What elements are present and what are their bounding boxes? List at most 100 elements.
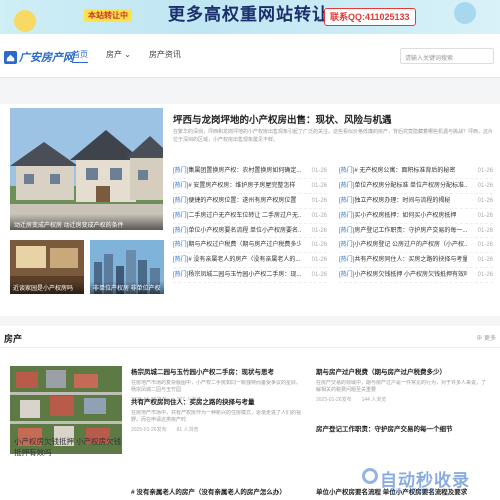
top-ad-banner[interactable]: 本站转让中 更多高权重网站转让 联系QQ:411025133 bbox=[0, 0, 500, 34]
news-item[interactable]: [热门]二手房过户无产权车位转让 二手房过户无... 01-26 bbox=[173, 209, 327, 224]
news-title-text: 房产登记工作职责：守护房产交易的每一... bbox=[354, 227, 467, 234]
card-summary: 在房地产市场的复杂版图中，小产权二手房如同一颗独特而备受争议的星辰。杨宗凤城二园… bbox=[131, 380, 301, 393]
section-title: 房产 bbox=[4, 334, 23, 344]
news-item-title: [热门]期与产权过户税费（期与房产过户税费多少） bbox=[173, 238, 301, 252]
hot-tag: [热门] bbox=[339, 257, 355, 264]
hot-tag: [热门] bbox=[173, 227, 189, 234]
news-item-title: [热门]集属团置换房产权：农村置换房如何确定... bbox=[173, 164, 301, 178]
more-label: 更多 bbox=[483, 336, 496, 342]
house-photo bbox=[10, 108, 163, 230]
banner-contact[interactable]: 联系QQ:411025133 bbox=[324, 8, 416, 26]
news-item-title: [热门]二手房过户无产权车位转让 二手房过户无... bbox=[173, 209, 301, 223]
top-article-summary: 在繁华的深圳，坪西和龙岗坪地的小产权房出售现象引起了广泛的关注。这些看似价格低廉… bbox=[173, 129, 494, 143]
thumb-card[interactable]: 非单位产权房 非单位产权 bbox=[90, 240, 164, 294]
news-item-title: [热门]单位小产权房要名流程 单位小产权房要名... bbox=[173, 224, 301, 238]
watermark-sub: — 来访 → 自动收录 — bbox=[382, 489, 443, 495]
hot-tag: [热门] bbox=[173, 212, 189, 219]
news-item-title: [热门]小产权房欠钱抵押 小产权房欠钱抵押有效吗 bbox=[339, 268, 467, 282]
news-date: 01-26 bbox=[477, 272, 493, 279]
news-item[interactable]: [热门]共有产权房同住人：买房之路的抉择与考量 01-26 bbox=[339, 253, 493, 269]
news-date: 01-26 bbox=[477, 168, 493, 174]
hot-tag: [热门] bbox=[173, 257, 189, 264]
news-title-text: # 无产权房公寓：面积标准背后的秘密 bbox=[354, 168, 456, 174]
news-date: 01-26 bbox=[311, 272, 327, 279]
thumb-caption: 非单位产权房 非单位产权 bbox=[90, 281, 164, 294]
site-header: 广安房产网 首页 房产 ⌄ 房产资讯 请输入关键词搜索 bbox=[0, 34, 500, 78]
news-item[interactable]: [热门]杨宗凤城二园与玉竹园小产权二手房：现... 01-26 bbox=[173, 268, 327, 284]
hero-caption: 动迁房变成产权房 动迁房变成产权的条件 bbox=[10, 214, 163, 230]
hero-image[interactable]: 动迁房变成产权房 动迁房变成产权的条件 bbox=[10, 108, 163, 230]
card-meta: 2025-01-26发布 144 人浏览 bbox=[316, 397, 387, 403]
hot-tag: [热门] bbox=[173, 182, 189, 189]
news-item[interactable]: [热门]# 没有亲属老人的房产（没有亲属老人的... 01-26 bbox=[173, 253, 327, 269]
top-article-title[interactable]: 坪西与龙岗坪地的小产权房出售：现状、风险与机遇 bbox=[173, 112, 392, 126]
banner-tag: 本站转让中 bbox=[84, 9, 132, 22]
hot-tag: [热门] bbox=[339, 168, 355, 174]
news-date: 01-26 bbox=[311, 168, 327, 174]
news-date: 01-26 bbox=[311, 182, 327, 189]
news-title-text: 共有产权房同住人：买房之路的抉择与考量 bbox=[354, 257, 467, 264]
banner-headline: 更多高权重网站转让 bbox=[168, 5, 330, 24]
news-date: 01-26 bbox=[477, 197, 493, 204]
news-item-title: [热门]小产权房登记 公房过户的产权房（小产权... bbox=[339, 238, 467, 252]
news-item-title: [热门]房产登记工作职责：守护房产交易的每一... bbox=[339, 224, 467, 238]
news-date: 01-26 bbox=[311, 197, 327, 204]
news-date: 01-26 bbox=[477, 182, 493, 189]
news-list-left: [热门]集属团置换房产权：农村置换房如何确定... 01-26 [热门]# 安置房产… bbox=[173, 164, 327, 284]
news-item[interactable]: [热门]买小产权房抵押：如何买小产权房抵押 01-26 bbox=[339, 209, 493, 224]
news-title-text: 小产权房欠钱抵押 小产权房欠钱抵押有效吗 bbox=[354, 272, 467, 279]
circle-logo-icon bbox=[362, 468, 378, 484]
news-item-title: [热门]独立产权房办理：时间与流程的揭秘 bbox=[339, 194, 467, 208]
news-date: 01-26 bbox=[311, 227, 327, 234]
thumb-card[interactable]: 近谈家园是小产权房吗 bbox=[10, 240, 84, 294]
nav-home[interactable]: 首页 bbox=[72, 49, 88, 63]
news-date: 01-26 bbox=[477, 242, 493, 249]
news-date: 01-26 bbox=[311, 242, 327, 249]
news-list-right: [热门]# 无产权房公寓：面积标准背后的秘密 01-26 [热门]单位产权房分配标准… bbox=[339, 164, 493, 284]
card-title: 杨宗凤城二园与玉竹园小产权二手房：现状与思考 bbox=[131, 369, 274, 376]
news-item[interactable]: [热门]# 无产权房公寓：面积标准背后的秘密 01-26 bbox=[339, 164, 493, 179]
news-date: 01-26 bbox=[311, 257, 327, 264]
article-card[interactable]: # 没有亲属老人的房产（没有亲属老人的房产怎么办） bbox=[131, 486, 301, 498]
news-item[interactable]: [热门]# 安置房产权房：维护房子房屋完整怎样 01-26 bbox=[173, 179, 327, 194]
news-item-title: [热门]杨宗凤城二园与玉竹园小产权二手房：现... bbox=[173, 268, 301, 282]
main-nav: 首页 房产 ⌄ 房产资讯 bbox=[72, 49, 199, 63]
article-card[interactable]: 共有产权房同住人：买房之路的抉择与考量 在房地产市场中，共有产权房作为一种新兴的住… bbox=[131, 396, 301, 433]
news-item-title: [热门]单位产权房分配标准 单位产权房分配标准... bbox=[339, 179, 467, 193]
hot-tag: [热门] bbox=[339, 242, 355, 249]
section-header: 房产 ⊕ 更多 bbox=[0, 326, 500, 348]
article-card[interactable]: 期与房产过户税费（期与房产过户税费多少） 在房产交易的领域中，期与房产过户是一件常… bbox=[316, 366, 486, 403]
news-item[interactable]: [热门]小产权房欠钱抵押 小产权房欠钱抵押有效吗 01-26 bbox=[339, 268, 493, 284]
more-link[interactable]: ⊕ 更多 bbox=[476, 333, 496, 342]
chevron-down-icon: ⌄ bbox=[124, 50, 131, 59]
news-item[interactable]: [热门]单位产权房分配标准 单位产权房分配标准... 01-26 bbox=[339, 179, 493, 194]
hot-tag: [热门] bbox=[173, 242, 189, 249]
news-item-title: [热门]# 没有亲属老人的房产（没有亲属老人的... bbox=[173, 253, 301, 267]
aerial-caption[interactable]: 小产权房欠钱抵押 小产权房欠钱抵押有效吗 bbox=[14, 436, 124, 458]
news-title-text: 期与产权过户税费（期与房产过户税费多少） bbox=[188, 242, 301, 249]
card-summary: 在房产交易的领域中，期与房产过户是一件常见的行为，对于许多人来说，了解相关的税费… bbox=[316, 380, 486, 393]
news-item[interactable]: [热门]单位小产权房要名流程 单位小产权房要名... 01-26 bbox=[173, 224, 327, 239]
news-title-text: 单位小产权房要名流程 单位小产权房要名... bbox=[188, 227, 301, 234]
news-item[interactable]: [热门]房产登记工作职责：守护房产交易的每一... 01-26 bbox=[339, 224, 493, 239]
search-input[interactable]: 请输入关键词搜索 bbox=[400, 48, 494, 64]
news-item-title: [热门]便捷的产权房位置：遂州有房产权房位置 bbox=[173, 194, 301, 208]
article-card[interactable]: 房产登记工作职责：守护房产交易的每一个细节 bbox=[316, 423, 486, 435]
news-item[interactable]: [热门]小产权房登记 公房过户的产权房（小产权... 01-26 bbox=[339, 238, 493, 254]
news-title-text: 小产权房登记 公房过户的产权房（小产权... bbox=[354, 242, 467, 249]
news-date: 01-26 bbox=[477, 227, 493, 234]
nav-property[interactable]: 房产 ⌄ bbox=[106, 49, 131, 63]
nav-property-news[interactable]: 房产资讯 bbox=[149, 49, 181, 63]
plus-icon: ⊕ bbox=[476, 336, 483, 342]
news-item[interactable]: [热门]独立产权房办理：时间与流程的揭秘 01-26 bbox=[339, 194, 493, 209]
news-item[interactable]: [热门]便捷的产权房位置：遂州有房产权房位置 01-26 bbox=[173, 194, 327, 209]
news-title-text: # 没有亲属老人的房产（没有亲属老人的... bbox=[188, 257, 301, 264]
hot-tag: [热门] bbox=[173, 168, 189, 174]
site-logo[interactable]: 广安房产网 bbox=[4, 49, 74, 65]
news-item[interactable]: [热门]期与产权过户税费（期与房产过户税费多少） 01-26 bbox=[173, 238, 327, 254]
news-item[interactable]: [热门]集属团置换房产权：农村置换房如何确定... 01-26 bbox=[173, 164, 327, 179]
watermark: 自动秒收录 — 来访 → 自动收录 — bbox=[362, 466, 490, 496]
news-date: 01-26 bbox=[477, 212, 493, 219]
news-title-text: 独立产权房办理：时间与流程的揭秘 bbox=[354, 197, 451, 204]
news-title-text: 单位产权房分配标准 单位产权房分配标准... bbox=[354, 182, 467, 189]
